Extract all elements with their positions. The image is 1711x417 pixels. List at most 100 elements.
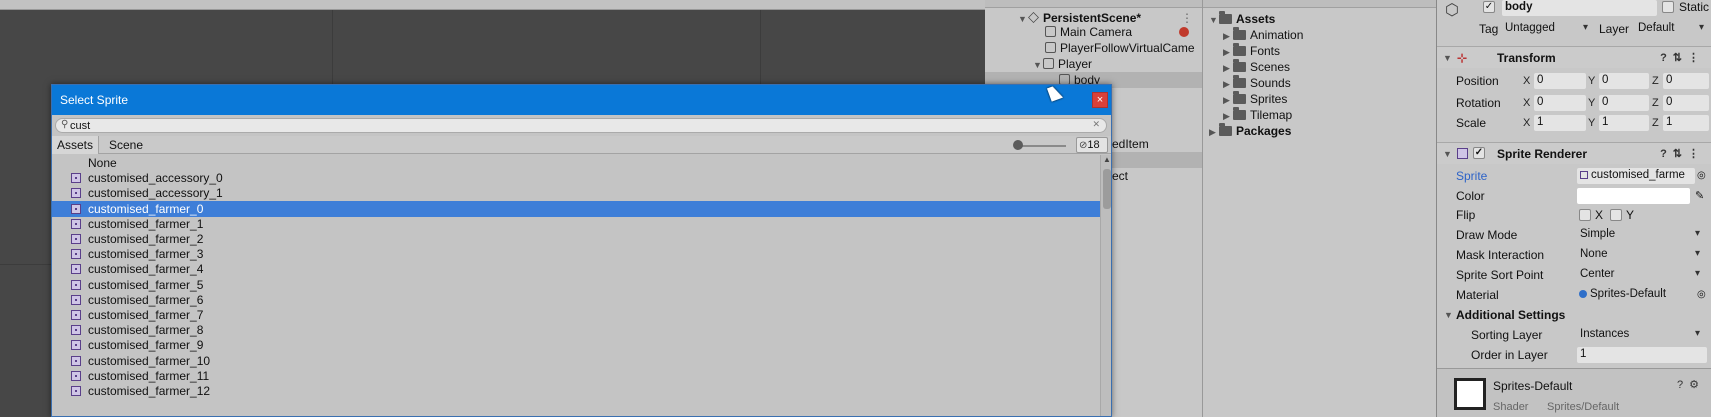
collapse-arrow-icon[interactable]: ▼: [1444, 306, 1453, 324]
list-item-label: customised_farmer_2: [88, 232, 204, 246]
search-field[interactable]: ⚲ ✕: [55, 118, 1107, 133]
static-checkbox[interactable]: [1662, 1, 1674, 13]
sprite-icon: [71, 386, 81, 396]
project-folder-sounds[interactable]: ▶ Sounds: [1223, 75, 1291, 91]
flip-x-checkbox[interactable]: [1579, 209, 1591, 221]
project-folder-tilemap[interactable]: ▶ Tilemap: [1223, 107, 1292, 123]
rotation-z-field[interactable]: 0: [1663, 95, 1709, 111]
order-in-layer-field[interactable]: 1: [1577, 347, 1707, 363]
active-checkbox[interactable]: ✓: [1483, 1, 1495, 13]
collapse-arrow-icon[interactable]: ▼: [1443, 47, 1452, 69]
sorting-layer-dropdown[interactable]: Instances: [1577, 327, 1703, 343]
component-menu-icons[interactable]: ?⚙: [1677, 378, 1705, 391]
order-in-layer-row: Order in Layer 1: [1437, 346, 1711, 364]
mask-interaction-dropdown[interactable]: None: [1577, 247, 1703, 263]
object-picker-icon[interactable]: ◎: [1697, 286, 1706, 304]
collapse-arrow-icon[interactable]: ▼: [1443, 143, 1452, 165]
expand-arrow-icon[interactable]: ▶: [1223, 44, 1233, 60]
list-item-label: customised_farmer_6: [88, 292, 204, 307]
list-item[interactable]: customised_accessory_0: [52, 170, 1100, 186]
expand-arrow-icon[interactable]: ▶: [1223, 92, 1233, 108]
eyedropper-icon[interactable]: ✎: [1695, 187, 1704, 205]
folder-icon: [1233, 91, 1246, 104]
list-item[interactable]: customised_farmer_7: [52, 307, 1100, 323]
expand-arrow-icon[interactable]: ▼: [1209, 12, 1219, 28]
scale-z-field[interactable]: 1: [1663, 115, 1709, 131]
list-item[interactable]: customised_accessory_1: [52, 185, 1100, 201]
list-item[interactable]: customised_farmer_11: [52, 368, 1100, 384]
additional-settings-row[interactable]: ▼ Additional Settings: [1437, 306, 1711, 324]
list-item-label: customised_farmer_9: [88, 338, 204, 353]
layer-dropdown[interactable]: Default: [1635, 21, 1707, 37]
sprite-renderer-enabled-checkbox[interactable]: ✓: [1473, 147, 1485, 159]
list-item-none[interactable]: None: [52, 155, 1100, 171]
gameobject-icon: [1043, 58, 1054, 69]
scrollbar-thumb[interactable]: [1103, 169, 1111, 209]
list-item[interactable]: customised_farmer_6: [52, 292, 1100, 308]
scale-row: Scale X 1 Y 1 Z 1: [1437, 114, 1711, 132]
clear-search-icon[interactable]: ✕: [1092, 119, 1100, 130]
expand-arrow-icon[interactable]: ▼: [1033, 57, 1043, 73]
list-item[interactable]: customised_farmer_2: [52, 231, 1100, 247]
list-item[interactable]: customised_farmer_5: [52, 277, 1100, 293]
list-item-label: customised_farmer_7: [88, 308, 204, 322]
dialog-title-bar[interactable]: Select Sprite ×: [52, 85, 1111, 115]
object-picker-icon[interactable]: ◎: [1697, 167, 1706, 185]
hierarchy-item-player[interactable]: ▼ Player: [985, 56, 1202, 73]
expand-arrow-icon[interactable]: ▶: [1209, 124, 1219, 140]
color-row: Color ✎: [1456, 187, 1705, 205]
position-y-field[interactable]: 0: [1599, 73, 1649, 89]
list-item[interactable]: customised_farmer_12: [52, 383, 1100, 399]
position-x-field[interactable]: 0: [1534, 73, 1586, 89]
scale-y-field[interactable]: 1: [1599, 115, 1649, 131]
zoom-slider-handle[interactable]: [1013, 140, 1023, 150]
sprite-object-field[interactable]: customised_farme: [1577, 168, 1695, 184]
project-folder-packages[interactable]: ▶ Packages: [1209, 123, 1291, 139]
expand-arrow-icon[interactable]: ▶: [1223, 108, 1233, 124]
list-item[interactable]: customised_farmer_0: [52, 200, 1100, 217]
rotation-y-field[interactable]: 0: [1599, 95, 1649, 111]
scale-x-field[interactable]: 1: [1534, 115, 1586, 131]
transform-header[interactable]: ▼ ⊹ Transform ?⇅⋮: [1437, 46, 1711, 68]
zoom-slider-track[interactable]: [1018, 145, 1066, 147]
rotation-x-field[interactable]: 0: [1534, 95, 1586, 111]
dialog-title: Select Sprite: [60, 93, 129, 107]
expand-arrow-icon[interactable]: ▶: [1223, 60, 1233, 76]
static-label: Static: [1679, 0, 1710, 14]
component-menu-icons[interactable]: ?⇅⋮: [1660, 47, 1705, 69]
scroll-up-arrow-icon[interactable]: ▲: [1103, 155, 1111, 164]
select-sprite-dialog: Select Sprite × ⚲ ✕ Assets Scene ⊘18 Non…: [51, 84, 1112, 417]
project-folder-fonts[interactable]: ▶ Fonts: [1223, 43, 1280, 59]
list-item[interactable]: customised_farmer_4: [52, 261, 1100, 277]
tag-dropdown[interactable]: Untagged: [1502, 21, 1591, 37]
close-icon[interactable]: ×: [1092, 92, 1108, 108]
color-field[interactable]: [1577, 188, 1690, 204]
list-scrollbar[interactable]: ▲: [1100, 155, 1111, 416]
component-menu-icons[interactable]: ?⇅⋮: [1660, 143, 1705, 165]
search-input[interactable]: [70, 119, 1080, 132]
sprite-renderer-header[interactable]: ▼ ✓ Sprite Renderer ?⇅⋮: [1437, 142, 1711, 164]
project-folder-scenes[interactable]: ▶ Scenes: [1223, 59, 1290, 75]
project-folder-animation[interactable]: ▶ Animation: [1223, 27, 1303, 43]
draw-mode-dropdown[interactable]: Simple: [1577, 227, 1703, 243]
list-item[interactable]: customised_farmer_1: [52, 216, 1100, 232]
flip-y-checkbox[interactable]: [1610, 209, 1622, 221]
hierarchy-item-follow-camera[interactable]: PlayerFollowVirtualCame: [985, 40, 1202, 56]
list-item[interactable]: customised_farmer_9: [52, 337, 1100, 353]
project-folder-assets[interactable]: ▼ Assets: [1209, 11, 1275, 27]
tab-scene[interactable]: Scene: [104, 136, 148, 154]
list-item[interactable]: customised_farmer_3: [52, 246, 1100, 262]
list-item[interactable]: customised_farmer_10: [52, 353, 1100, 369]
project-folder-sprites[interactable]: ▶ Sprites: [1223, 91, 1287, 107]
material-object-field[interactable]: Sprites-Default: [1577, 287, 1695, 303]
sprite-sort-point-dropdown[interactable]: Center: [1577, 267, 1703, 283]
tab-assets[interactable]: Assets: [52, 136, 100, 154]
expand-arrow-icon[interactable]: ▶: [1223, 28, 1233, 44]
list-item[interactable]: customised_farmer_8: [52, 322, 1100, 338]
hierarchy-item-main-camera[interactable]: Main Camera: [985, 24, 1202, 40]
object-name-field[interactable]: body: [1502, 0, 1657, 16]
list-item-label: customised_farmer_12: [88, 384, 211, 398]
visible-count-toggle[interactable]: ⊘18: [1076, 137, 1108, 153]
position-z-field[interactable]: 0: [1663, 73, 1709, 89]
expand-arrow-icon[interactable]: ▶: [1223, 76, 1233, 92]
